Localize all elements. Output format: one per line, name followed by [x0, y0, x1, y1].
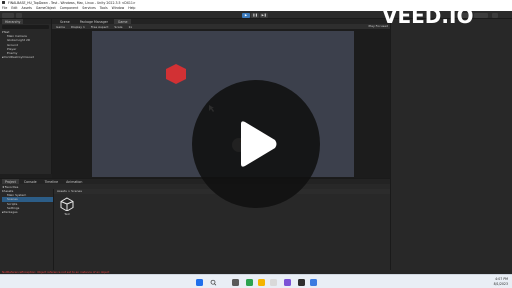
enemy-hexagon	[166, 64, 186, 84]
play-controls: ▶ ❚❚ ▶❚	[242, 12, 268, 18]
unity-scene-icon	[60, 197, 74, 212]
layout-dropdown[interactable]	[474, 12, 488, 18]
file-explorer-icon[interactable]	[258, 278, 265, 286]
menu-window[interactable]: Window	[112, 6, 125, 10]
app-icon[interactable]	[270, 278, 277, 286]
play-button[interactable]: ▶	[242, 12, 250, 18]
menu-gameobject[interactable]: GameObject	[36, 6, 56, 10]
hierarchy-item-label: DontDestroyOnLoad	[3, 55, 34, 60]
asset-item[interactable]: Test	[60, 197, 74, 216]
folder-packages[interactable]: ▸ Packages	[2, 210, 53, 214]
hierarchy-item-dontdestroy[interactable]: ▸ DontDestroyOnLoad	[0, 55, 51, 59]
menu-assets[interactable]: Assets	[22, 6, 32, 10]
pause-button[interactable]: ❚❚	[251, 12, 259, 18]
scale-value[interactable]: 1x	[128, 25, 132, 29]
task-view-icon[interactable]	[232, 278, 239, 286]
tab-scene[interactable]: Scene	[56, 19, 74, 24]
tab-console[interactable]: Console	[21, 179, 40, 184]
clock-time: 4:07 PM	[495, 277, 508, 281]
tab-hierarchy[interactable]: Hierarchy	[2, 19, 24, 24]
hierarchy-panel: Hierarchy ▾ Test Main Camera Global Ligh…	[0, 19, 52, 174]
aspect-dropdown[interactable]: Free Aspect	[91, 25, 109, 29]
tab-package-manager[interactable]: Package Manager	[76, 19, 112, 24]
menu-component[interactable]: Component	[60, 6, 79, 10]
tab-animation[interactable]: Animation	[63, 179, 85, 184]
unity-taskbar-icon[interactable]	[298, 278, 305, 286]
windows-start-icon[interactable]	[196, 278, 203, 286]
menu-tools[interactable]: Tools	[100, 6, 108, 10]
menu-services[interactable]: Services	[82, 6, 95, 10]
taskbar-clock[interactable]: 4:07 PM 8/1/2023	[494, 277, 508, 286]
scale-label: Scale	[114, 24, 123, 29]
unity-logo-icon	[2, 1, 5, 4]
display-dropdown[interactable]: Display 1	[71, 25, 85, 29]
chrome-icon[interactable]	[246, 278, 253, 286]
folder-tree: ▾ Assets Main System Scenes Scripts Sett…	[0, 189, 54, 271]
play-icon	[241, 121, 277, 167]
step-button[interactable]: ▶❚	[260, 12, 268, 18]
window-title: FINALBASE_HU_TopDown - Test - Windows, M…	[8, 0, 136, 5]
favorites-label: Favorites	[4, 184, 19, 189]
tab-game[interactable]: Game	[113, 19, 132, 24]
folder-label: Packages	[3, 210, 18, 215]
clock-date: 8/1/2023	[493, 281, 508, 286]
game-mode-dropdown[interactable]: Game	[56, 25, 65, 29]
visual-studio-icon[interactable]	[284, 278, 291, 286]
windows-taskbar: 4:07 PM 8/1/2023	[0, 274, 512, 288]
tab-project[interactable]: Project	[2, 179, 19, 184]
veed-watermark: VEED.IO	[382, 4, 474, 28]
cloud-icon[interactable]	[16, 12, 22, 18]
game-toolbar: Game Display 1 Free Aspect Scale 1x	[52, 24, 390, 29]
asset-label: Test	[64, 212, 70, 216]
hierarchy-search-input[interactable]	[2, 25, 49, 29]
app-icon[interactable]	[310, 278, 317, 286]
tab-timeline[interactable]: Timeline	[42, 179, 62, 184]
menu-help[interactable]: Help	[128, 6, 135, 10]
video-play-overlay[interactable]	[192, 80, 320, 208]
menu-file[interactable]: File	[2, 6, 7, 10]
menu-edit[interactable]: Edit	[11, 6, 17, 10]
search-icon[interactable]	[492, 12, 498, 18]
inspector-panel	[390, 19, 512, 271]
account-button[interactable]	[2, 12, 14, 18]
taskbar-search-icon[interactable]	[208, 279, 226, 286]
